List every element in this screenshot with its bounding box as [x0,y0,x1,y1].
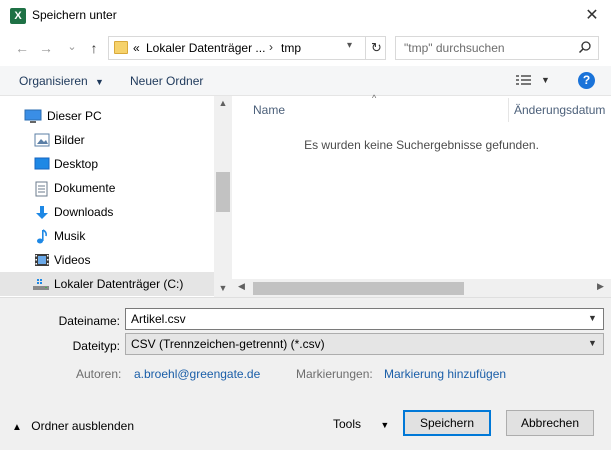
address-segment-tmp[interactable]: tmp [281,41,301,55]
close-button[interactable]: ✕ [575,2,609,30]
column-divider[interactable] [508,98,509,122]
videos-icon [34,253,50,267]
new-folder-button[interactable]: Neuer Ordner [130,74,203,88]
drive-icon [32,277,49,291]
sidebar-item-label: Dokumente [54,181,116,195]
chevron-down-icon[interactable]: ▼ [541,75,550,85]
address-overflow[interactable]: « [133,41,140,55]
up-arrow-icon[interactable]: ↑ [84,37,104,59]
filelist-scrollbar-thumb[interactable] [253,282,464,295]
sidebar-item-label: Lokaler Datenträger (C:) [54,277,184,291]
sidebar-item-label: Bilder [54,133,85,147]
pc-icon [24,109,42,123]
tags-label: Markierungen: [296,367,373,381]
sidebar-item-pictures[interactable]: Bilder [0,128,214,152]
window-title: Speichern unter [32,8,117,22]
desktop-icon [34,157,50,171]
chevron-right-icon[interactable]: › [269,40,273,54]
organize-menu[interactable]: Organisieren ▼ [19,74,104,88]
filename-field[interactable]: Artikel.csv ▼ [125,308,604,330]
sidebar-item-label: Videos [54,253,91,267]
sidebar-item-label: Musik [54,229,86,243]
authors-label: Autoren: [76,367,122,381]
chevron-down-icon[interactable]: ▼ [588,338,597,348]
filename-label: Dateiname: [58,314,120,328]
column-header-date[interactable]: Änderungsdatum [514,103,605,117]
filetype-value: CSV (Trennzeichen-getrennt) (*.csv) [131,337,325,351]
sidebar-item-documents[interactable]: Dokumente [0,176,214,200]
chevron-down-icon: ▼ [380,420,390,430]
pictures-icon [34,133,50,147]
organize-label: Organisieren [19,74,88,88]
scroll-right-icon[interactable]: ▶ [597,281,604,292]
sidebar-item-music[interactable]: Musik [0,224,214,248]
chevron-down-icon[interactable]: ▼ [588,313,597,323]
empty-results-message: Es wurden keine Suchergebnisse gefunden. [304,138,539,152]
column-header-name[interactable]: Name [253,103,285,117]
sort-ascending-icon: ^ [372,93,377,103]
recent-locations-chevron-icon[interactable]: ⌄ [62,36,82,58]
back-arrow-icon[interactable]: ← [12,37,32,59]
chevron-down-icon: ▼ [95,77,104,87]
file-list[interactable] [232,96,611,297]
address-bar[interactable]: « Lokaler Datenträger ... › tmp ▾ ↻ [108,36,386,60]
title-bar: X Speichern unter ✕ [0,0,611,32]
view-options-icon[interactable] [516,74,534,89]
scroll-left-icon[interactable]: ◀ [238,281,245,292]
command-bar: Organisieren ▼ Neuer Ordner ▼ ? [0,66,611,96]
sidebar-item-local-disk[interactable]: Lokaler Datenträger (C:) [0,272,214,296]
hide-folders-toggle[interactable]: ▲ Ordner ausblenden [12,419,134,433]
filetype-select[interactable]: CSV (Trennzeichen-getrennt) (*.csv) ▼ [125,333,604,355]
music-icon [34,229,50,244]
search-input[interactable]: "tmp" durchsuchen [395,36,599,60]
address-segment-drive[interactable]: Lokaler Datenträger ... [146,41,265,55]
sidebar-scrollbar-thumb[interactable] [216,172,230,212]
hide-folders-label: Ordner ausblenden [31,419,134,433]
forward-arrow-icon[interactable]: → [36,37,56,59]
sidebar-item-label: Dieser PC [47,109,102,123]
filetype-label: Dateityp: [72,339,120,353]
refresh-icon[interactable]: ↻ [365,37,387,59]
sidebar-item-videos[interactable]: Videos [0,248,214,272]
chevron-down-icon[interactable]: ▾ [347,40,352,51]
filename-value: Artikel.csv [131,312,186,326]
excel-app-icon: X [10,8,26,24]
downloads-icon [34,205,50,219]
sidebar-item-desktop[interactable]: Desktop [0,152,214,176]
search-placeholder: "tmp" durchsuchen [404,41,505,55]
scroll-down-icon[interactable]: ▼ [214,283,232,293]
folder-icon [114,41,128,54]
help-icon[interactable]: ? [578,72,595,89]
chevron-up-icon: ▲ [12,422,22,433]
save-button[interactable]: Speichern [403,410,491,436]
navigation-pane: Dieser PC Bilder Desktop Dokumente Downl… [0,96,232,297]
tools-label: Tools [333,417,362,431]
search-icon[interactable] [578,40,592,57]
scroll-up-icon[interactable]: ▲ [214,98,232,108]
sidebar-item-label: Desktop [54,157,99,171]
add-tag-link[interactable]: Markierung hinzufügen [384,367,506,381]
sidebar-item-downloads[interactable]: Downloads [0,200,214,224]
cancel-button[interactable]: Abbrechen [506,410,594,436]
sidebar-item-this-pc[interactable]: Dieser PC [0,104,214,128]
sidebar-item-label: Downloads [54,205,114,219]
tools-menu[interactable]: Tools ▼ [333,417,389,431]
authors-value[interactable]: a.broehl@greengate.de [134,367,260,381]
documents-icon [35,181,51,197]
